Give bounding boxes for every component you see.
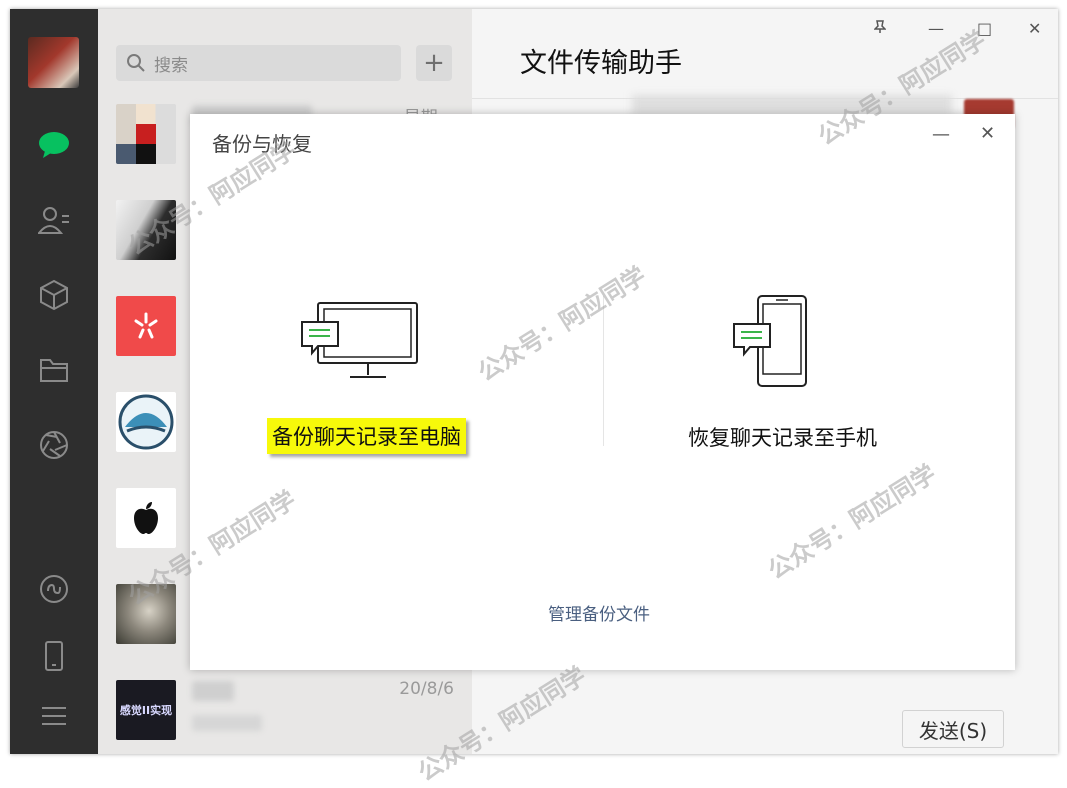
chat-title: 文件传输助手 xyxy=(520,48,682,79)
cat-avatar xyxy=(116,584,176,644)
chat-bubble-icon xyxy=(39,132,69,158)
avatar[interactable] xyxy=(28,37,79,88)
phone-nav-button[interactable] xyxy=(32,634,76,678)
computer-chat-icon xyxy=(301,302,418,378)
contacts-nav-button[interactable] xyxy=(32,198,76,242)
send-button[interactable]: 发送(S) xyxy=(902,710,1004,748)
app-avatar xyxy=(116,296,176,356)
contact-avatar xyxy=(116,200,176,260)
phone-chat-icon xyxy=(733,295,807,387)
dialog-close-button[interactable]: ✕ xyxy=(980,123,995,144)
minimize-window-button[interactable]: — xyxy=(928,19,944,38)
dialog-minimize-button[interactable]: — xyxy=(932,124,950,145)
maximize-window-button[interactable]: □ xyxy=(977,19,992,38)
restore-to-phone-label[interactable]: 恢复聊天记录至手机 xyxy=(688,422,877,452)
favorites-nav-button[interactable] xyxy=(32,273,76,317)
aperture-icon xyxy=(40,431,68,459)
search-input[interactable]: 搜索 xyxy=(116,45,401,81)
mini-program-icon xyxy=(40,575,68,603)
avatar-text: 感觉II实现 xyxy=(119,704,173,717)
chat-snippet-blurred xyxy=(192,715,262,731)
chat-time: 20/8/6 xyxy=(399,679,454,699)
cube-icon xyxy=(40,279,68,311)
message-blurred xyxy=(632,95,952,115)
shark-fin-icon xyxy=(118,394,174,450)
search-icon xyxy=(127,54,145,72)
plus-icon: + xyxy=(423,48,445,78)
hamburger-icon xyxy=(42,707,66,725)
menu-nav-button[interactable] xyxy=(32,694,76,738)
apple-avatar xyxy=(116,488,176,548)
nav-rail xyxy=(10,9,98,754)
mini-programs-nav-button[interactable] xyxy=(32,567,76,611)
manage-backup-files-link[interactable]: 管理备份文件 xyxy=(548,600,650,625)
pin-icon[interactable] xyxy=(873,19,887,38)
spark-icon xyxy=(134,312,158,339)
moments-nav-button[interactable] xyxy=(32,423,76,467)
shark-logo-avatar xyxy=(116,392,176,452)
close-window-button[interactable]: ✕ xyxy=(1028,19,1041,38)
options-divider xyxy=(603,296,604,446)
chat-name-blurred xyxy=(192,681,234,701)
backup-restore-dialog: 备份与恢复 — ✕ 备份聊天记录至电脑 恢复聊天记录至手机 管理备份文件 xyxy=(190,114,1015,670)
backup-to-pc-label[interactable]: 备份聊天记录至电脑 xyxy=(267,418,466,454)
group-avatar xyxy=(116,104,176,164)
add-chat-button[interactable]: + xyxy=(416,45,452,81)
files-nav-button[interactable] xyxy=(32,348,76,392)
game-avatar: 感觉II实现 xyxy=(116,680,176,740)
phone-icon xyxy=(45,641,63,671)
chat-list-item[interactable]: 感觉II实现 20/8/6 xyxy=(98,675,472,754)
contacts-icon xyxy=(38,207,69,234)
search-placeholder: 搜索 xyxy=(154,55,188,76)
dialog-title: 备份与恢复 xyxy=(212,132,312,156)
folder-icon xyxy=(40,359,68,382)
apple-logo-icon xyxy=(134,502,158,534)
chats-nav-button[interactable] xyxy=(32,123,76,167)
